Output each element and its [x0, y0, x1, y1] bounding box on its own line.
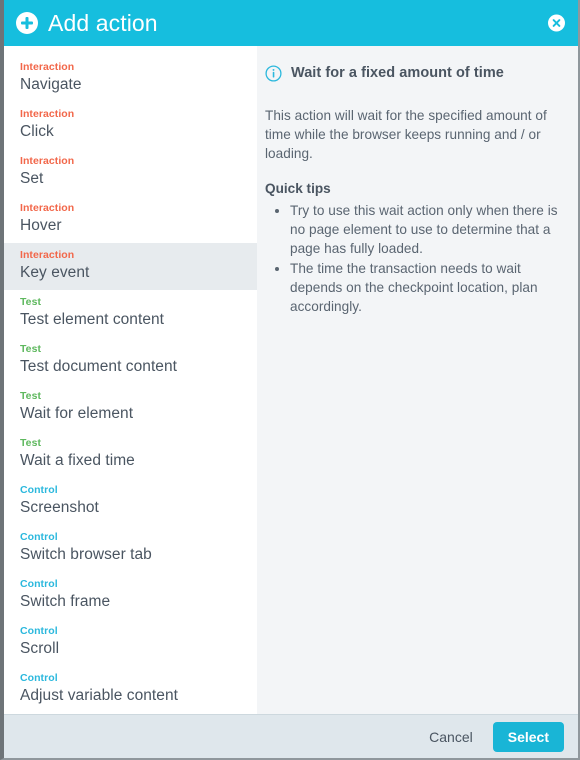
quick-tip-item: Try to use this wait action only when th… — [290, 201, 561, 258]
action-label: Set — [20, 170, 44, 187]
action-item-click[interactable]: Interaction Click — [4, 102, 257, 149]
action-category: Interaction — [20, 61, 75, 73]
action-category: Test — [20, 343, 42, 355]
action-item-navigate[interactable]: Interaction Navigate — [4, 55, 257, 102]
detail-header: Wait for a fixed amount of time — [265, 65, 561, 82]
action-item-screenshot[interactable]: Control Screenshot — [4, 478, 257, 525]
detail-title: Wait for a fixed amount of time — [291, 65, 504, 81]
action-category: Test — [20, 296, 42, 308]
action-category: Control — [20, 531, 58, 543]
action-category: Test — [20, 390, 42, 402]
action-item-switch-browser-tab[interactable]: Control Switch browser tab — [4, 525, 257, 572]
detail-pane: Wait for a fixed amount of time This act… — [257, 46, 578, 714]
action-label: Navigate — [20, 76, 82, 93]
quick-tips-title: Quick tips — [265, 181, 331, 197]
action-label: Hover — [20, 217, 62, 234]
action-item-test-element-content[interactable]: Test Test element content — [4, 290, 257, 337]
action-item-key-event[interactable]: Interaction Key event — [4, 243, 257, 290]
dialog-footer: Cancel Select — [4, 714, 578, 758]
action-label: Switch frame — [20, 593, 111, 610]
dialog-title: Add action — [48, 9, 158, 36]
action-list: Interaction Navigate Interaction Click I… — [4, 46, 257, 714]
action-item-test-document-content[interactable]: Test Test document content — [4, 337, 257, 384]
action-item-scroll[interactable]: Control Scroll — [4, 619, 257, 666]
action-category: Test — [20, 437, 42, 449]
action-label: Screenshot — [20, 499, 99, 516]
dialog-header: Add action — [4, 0, 578, 46]
info-circle-icon — [265, 65, 282, 82]
quick-tips-list: Try to use this wait action only when th… — [265, 201, 561, 316]
action-item-wait-a-fixed-time[interactable]: Test Wait a fixed time — [4, 431, 257, 478]
action-label: Wait a fixed time — [20, 452, 135, 469]
action-label: Switch browser tab — [20, 546, 152, 563]
dialog-body: Interaction Navigate Interaction Click I… — [4, 46, 578, 714]
action-label: Test document content — [20, 358, 178, 375]
close-icon[interactable] — [548, 14, 565, 32]
plus-circle-icon — [16, 12, 38, 34]
select-button[interactable]: Select — [492, 721, 564, 752]
action-label: Adjust variable content — [20, 687, 178, 704]
add-action-dialog: Add action Interaction Navigate Interact… — [0, 0, 580, 760]
action-item-adjust-variable-content[interactable]: Control Adjust variable content — [4, 666, 257, 713]
action-category: Control — [20, 484, 58, 496]
action-label: Test element content — [20, 311, 165, 328]
action-category: Interaction — [20, 108, 75, 120]
action-category: Control — [20, 625, 58, 637]
detail-description: This action will wait for the specified … — [265, 108, 547, 162]
action-label: Key event — [20, 264, 90, 281]
action-category: Control — [20, 578, 58, 590]
quick-tip-item: The time the transaction needs to wait d… — [290, 259, 561, 316]
action-category: Control — [20, 672, 58, 684]
action-item-set[interactable]: Interaction Set — [4, 149, 257, 196]
action-item-hover[interactable]: Interaction Hover — [4, 196, 257, 243]
action-category: Interaction — [20, 155, 75, 167]
action-label: Wait for element — [20, 405, 134, 422]
action-label: Scroll — [20, 640, 60, 657]
cancel-button[interactable]: Cancel — [419, 723, 483, 751]
action-item-switch-frame[interactable]: Control Switch frame — [4, 572, 257, 619]
action-category: Interaction — [20, 202, 75, 214]
action-category: Interaction — [20, 249, 75, 261]
action-item-wait-for-element[interactable]: Test Wait for element — [4, 384, 257, 431]
action-label: Click — [20, 123, 54, 140]
